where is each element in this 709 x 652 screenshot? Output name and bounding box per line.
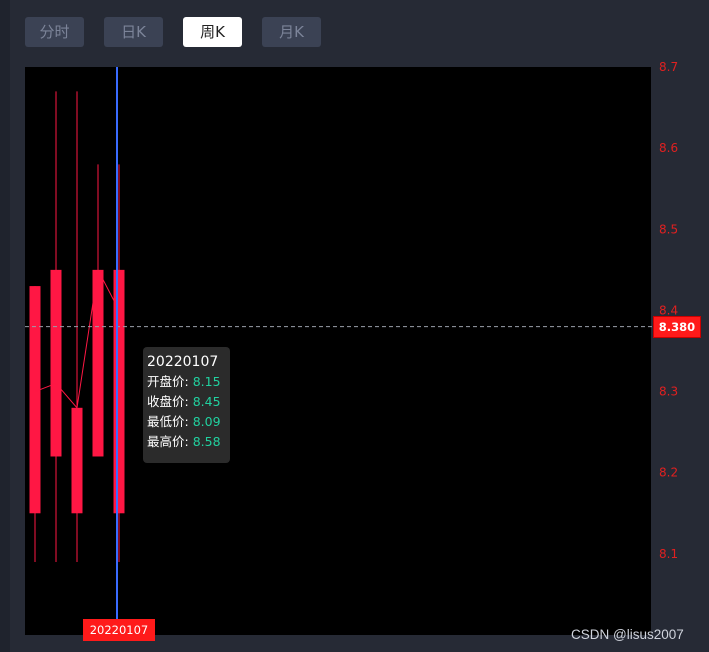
y-tick-label: 8.6 xyxy=(659,141,678,155)
tooltip-close: 收盘价: 8.45 xyxy=(147,394,221,409)
candle-body xyxy=(29,286,41,514)
tooltip-open: 开盘价: 8.15 xyxy=(147,374,221,389)
tooltip-high: 最高价: 8.58 xyxy=(147,434,221,449)
candle-body xyxy=(50,269,62,457)
candlestick-chart[interactable]: 8.18.28.38.48.58.68.7 xyxy=(0,0,709,652)
tooltip: 20220107 开盘价: 8.15 收盘价: 8.45 最低价: 8.09 最… xyxy=(143,347,230,463)
current-price-tag: 8.380 xyxy=(653,316,701,338)
crosshair-date-tag: 20220107 xyxy=(83,619,155,641)
y-axis: 8.18.28.38.48.58.68.7 xyxy=(659,60,678,561)
tooltip-date: 20220107 xyxy=(147,354,219,370)
tooltip-low: 最低价: 8.09 xyxy=(147,414,221,429)
candle-body xyxy=(71,407,83,514)
y-tick-label: 8.3 xyxy=(659,385,678,399)
y-tick-label: 8.5 xyxy=(659,222,678,236)
watermark: CSDN @lisus2007 xyxy=(571,627,684,642)
candle-body xyxy=(113,269,125,514)
y-tick-label: 8.7 xyxy=(659,60,678,74)
y-tick-label: 8.2 xyxy=(659,466,678,480)
y-tick-label: 8.1 xyxy=(659,547,678,561)
